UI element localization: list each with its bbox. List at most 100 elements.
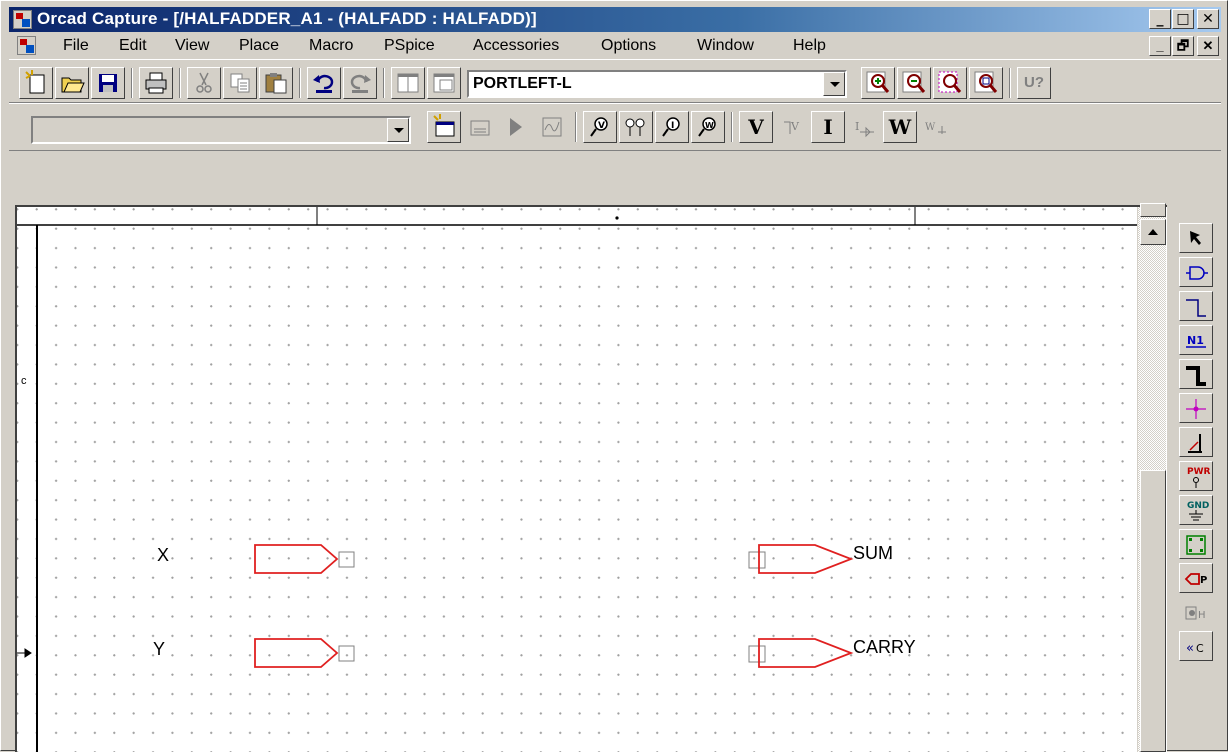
part-icon <box>1186 266 1208 280</box>
place-ground-button[interactable]: GND <box>1179 495 1213 525</box>
cut-button[interactable] <box>187 67 221 99</box>
port-sum-symbol <box>748 544 854 574</box>
toggle-current-bias-button[interactable]: I <box>847 111 881 143</box>
menu-pspice[interactable]: PSpice <box>384 37 435 55</box>
part-combo[interactable]: PORTLEFT-L <box>467 70 847 98</box>
toggle-power-bias-button[interactable]: W <box>919 111 953 143</box>
port-sum[interactable] <box>747 541 857 577</box>
title-bar[interactable]: Orcad Capture - [/HALFADDER_A1 - (HALFAD… <box>9 7 1221 32</box>
place-part-button[interactable] <box>1179 257 1213 287</box>
zoom-in-button[interactable] <box>861 67 895 99</box>
zoom-all-button[interactable] <box>969 67 1003 99</box>
place-bus-entry-button[interactable] <box>1179 427 1213 457</box>
save-button[interactable] <box>91 67 125 99</box>
svg-text:«: « <box>1186 641 1194 656</box>
paste-button[interactable] <box>259 67 293 99</box>
power-bias-icon: W <box>888 115 912 139</box>
enable-voltage-bias-button[interactable]: V <box>739 111 773 143</box>
schematic-page[interactable]: c X Y SUM CARRY <box>15 205 1167 752</box>
port-carry[interactable] <box>747 635 857 671</box>
hierarchical-block-icon <box>1186 535 1206 555</box>
draw-palette: N1 PWR GND P H «C <box>1173 213 1221 752</box>
new-simulation-profile-button[interactable] <box>427 111 461 143</box>
orcad-capture-window: Orcad Capture - [/HALFADDER_A1 - (HALFAD… <box>0 0 1228 752</box>
menu-bar: File Edit View Place Macro PSpice Access… <box>9 33 1221 59</box>
tile-button[interactable] <box>427 67 461 99</box>
toolbar-separator <box>299 68 301 98</box>
undo-button[interactable] <box>307 67 341 99</box>
run-icon <box>510 118 522 136</box>
current-marker-button[interactable]: I <box>655 111 689 143</box>
menu-window[interactable]: Window <box>697 37 754 55</box>
voltage-marker-button[interactable]: V <box>583 111 617 143</box>
menu-place[interactable]: Place <box>239 37 279 55</box>
place-hierarchical-block-button[interactable] <box>1179 529 1213 559</box>
tile-icon <box>433 73 455 93</box>
new-button[interactable] <box>19 67 53 99</box>
enable-current-bias-button[interactable]: I <box>811 111 845 143</box>
vertical-scrollbar[interactable] <box>1137 203 1166 752</box>
select-tool-button[interactable] <box>1179 223 1213 253</box>
place-off-page-connector-button[interactable]: «C <box>1179 631 1213 661</box>
place-bus-button[interactable] <box>1179 359 1213 389</box>
app-icon[interactable] <box>13 10 32 29</box>
menu-options[interactable]: Options <box>601 37 656 55</box>
port-y[interactable] <box>253 635 365 671</box>
pointer-icon <box>1190 231 1201 245</box>
zoom-in-icon <box>866 71 890 93</box>
cascade-icon <box>397 73 419 93</box>
svg-text:C: C <box>1196 642 1204 655</box>
doc-minimize-button[interactable]: _ <box>1149 36 1171 56</box>
page-zone-marker: c <box>21 375 27 387</box>
scroll-thumb[interactable] <box>1140 470 1166 752</box>
place-power-button[interactable]: PWR <box>1179 461 1213 491</box>
cascade-button[interactable] <box>391 67 425 99</box>
arrow-up-icon <box>1148 229 1158 235</box>
menu-edit[interactable]: Edit <box>119 37 147 55</box>
power-marker-button[interactable]: W <box>691 111 725 143</box>
part-combo-dropdown[interactable] <box>823 72 845 96</box>
zoom-out-icon <box>902 71 926 93</box>
zoom-out-button[interactable] <box>897 67 931 99</box>
scroll-up-button[interactable] <box>1140 219 1166 245</box>
place-port-button[interactable]: P <box>1179 563 1213 593</box>
place-hierarchical-pin-button[interactable]: H <box>1179 597 1213 627</box>
enable-power-bias-button[interactable]: W <box>883 111 917 143</box>
menu-help[interactable]: Help <box>793 37 826 55</box>
zoom-area-button[interactable] <box>933 67 967 99</box>
toggle-power-icon: W <box>925 122 946 134</box>
print-button[interactable] <box>139 67 173 99</box>
junction-icon <box>1186 399 1206 419</box>
bus-icon <box>1186 366 1206 386</box>
menu-macro[interactable]: Macro <box>309 37 353 55</box>
toggle-voltage-bias-button[interactable]: V <box>775 111 809 143</box>
edit-simulation-settings-button[interactable] <box>463 111 497 143</box>
view-simulation-results-button[interactable] <box>535 111 569 143</box>
minimize-button[interactable]: _ <box>1149 9 1171 29</box>
open-icon <box>61 77 85 93</box>
menu-accessories[interactable]: Accessories <box>473 37 559 55</box>
doc-close-button[interactable]: ✕ <box>1197 36 1219 56</box>
port-x[interactable] <box>253 541 365 577</box>
menu-view[interactable]: View <box>175 37 209 55</box>
pspice-toolbar: V I W V V I I W W <box>9 103 1221 151</box>
redo-button[interactable] <box>343 67 377 99</box>
voltage-diff-marker-button[interactable] <box>619 111 653 143</box>
document-icon[interactable] <box>17 36 36 55</box>
doc-restore-button[interactable]: 🗗 <box>1172 36 1194 56</box>
run-pspice-button[interactable] <box>499 111 533 143</box>
maximize-button[interactable]: □ <box>1172 9 1194 29</box>
place-junction-button[interactable] <box>1179 393 1213 423</box>
menu-file[interactable]: File <box>63 37 89 55</box>
open-button[interactable] <box>55 67 89 99</box>
place-wire-button[interactable] <box>1179 291 1213 321</box>
simulation-profile-dropdown[interactable] <box>387 118 409 142</box>
new-profile-icon <box>433 114 455 137</box>
annotate-button[interactable]: U? <box>1017 67 1051 99</box>
off-page-connector-icon: «C <box>1186 641 1204 656</box>
simulation-profile-combo[interactable] <box>31 116 411 144</box>
place-net-alias-button[interactable]: N1 <box>1179 325 1213 355</box>
close-button[interactable]: ✕ <box>1197 9 1219 29</box>
copy-button[interactable] <box>223 67 257 99</box>
svg-text:W: W <box>705 121 714 130</box>
